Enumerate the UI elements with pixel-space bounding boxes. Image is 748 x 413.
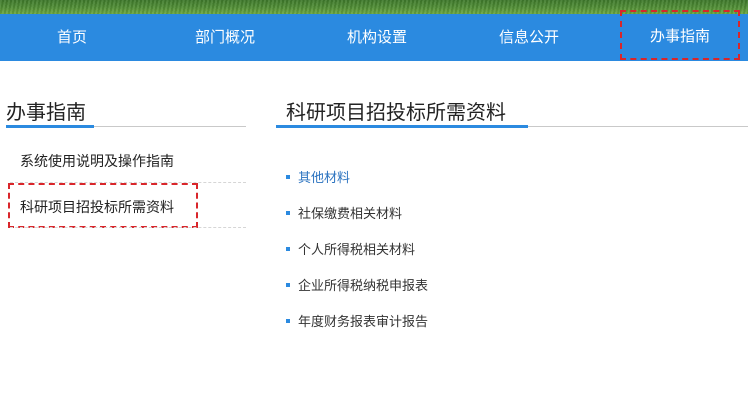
bullet-icon (286, 318, 290, 323)
nav-item-home[interactable]: 首页 (22, 14, 122, 61)
nav-item-organization[interactable]: 机构设置 (327, 14, 427, 61)
nav-item-information-disclosure[interactable]: 信息公开 (479, 14, 579, 61)
list-item-other-materials[interactable]: 其他材料 (286, 167, 350, 186)
sidebar-title-accent (6, 125, 94, 128)
top-navbar: 首页 部门概况 机构设置 信息公开 办事指南 (0, 10, 748, 61)
list-item-label: 个人所得税相关材料 (298, 243, 416, 258)
nav-item-department-overview[interactable]: 部门概况 (175, 14, 275, 61)
list-item-label: 其他材料 (298, 171, 351, 186)
list-item-corporate-income-tax[interactable]: 企业所得税纳税申报表 (286, 275, 428, 294)
bullet-icon (286, 210, 290, 215)
bullet-icon (286, 174, 290, 179)
sidebar-divider (10, 227, 246, 228)
list-item-annual-audit-report[interactable]: 年度财务报表审计报告 (286, 311, 428, 330)
list-item-personal-income-tax[interactable]: 个人所得税相关材料 (286, 239, 415, 258)
bullet-icon (286, 282, 290, 287)
list-item-social-security[interactable]: 社保缴费相关材料 (286, 203, 402, 222)
sidebar-title: 办事指南 (6, 100, 86, 124)
nav-item-service-guide[interactable]: 办事指南 (620, 10, 740, 60)
list-item-label: 社保缴费相关材料 (298, 207, 403, 222)
sidebar-link-system-guide[interactable]: 系统使用说明及操作指南 (20, 151, 174, 171)
list-item-label: 年度财务报表审计报告 (298, 315, 429, 330)
page-title: 科研项目招投标所需资料 (286, 100, 506, 124)
sidebar-link-bidding-materials[interactable]: 科研项目招投标所需资料 (20, 197, 174, 217)
page-title-accent (276, 125, 528, 128)
bullet-icon (286, 246, 290, 251)
list-item-label: 企业所得税纳税申报表 (298, 279, 429, 294)
